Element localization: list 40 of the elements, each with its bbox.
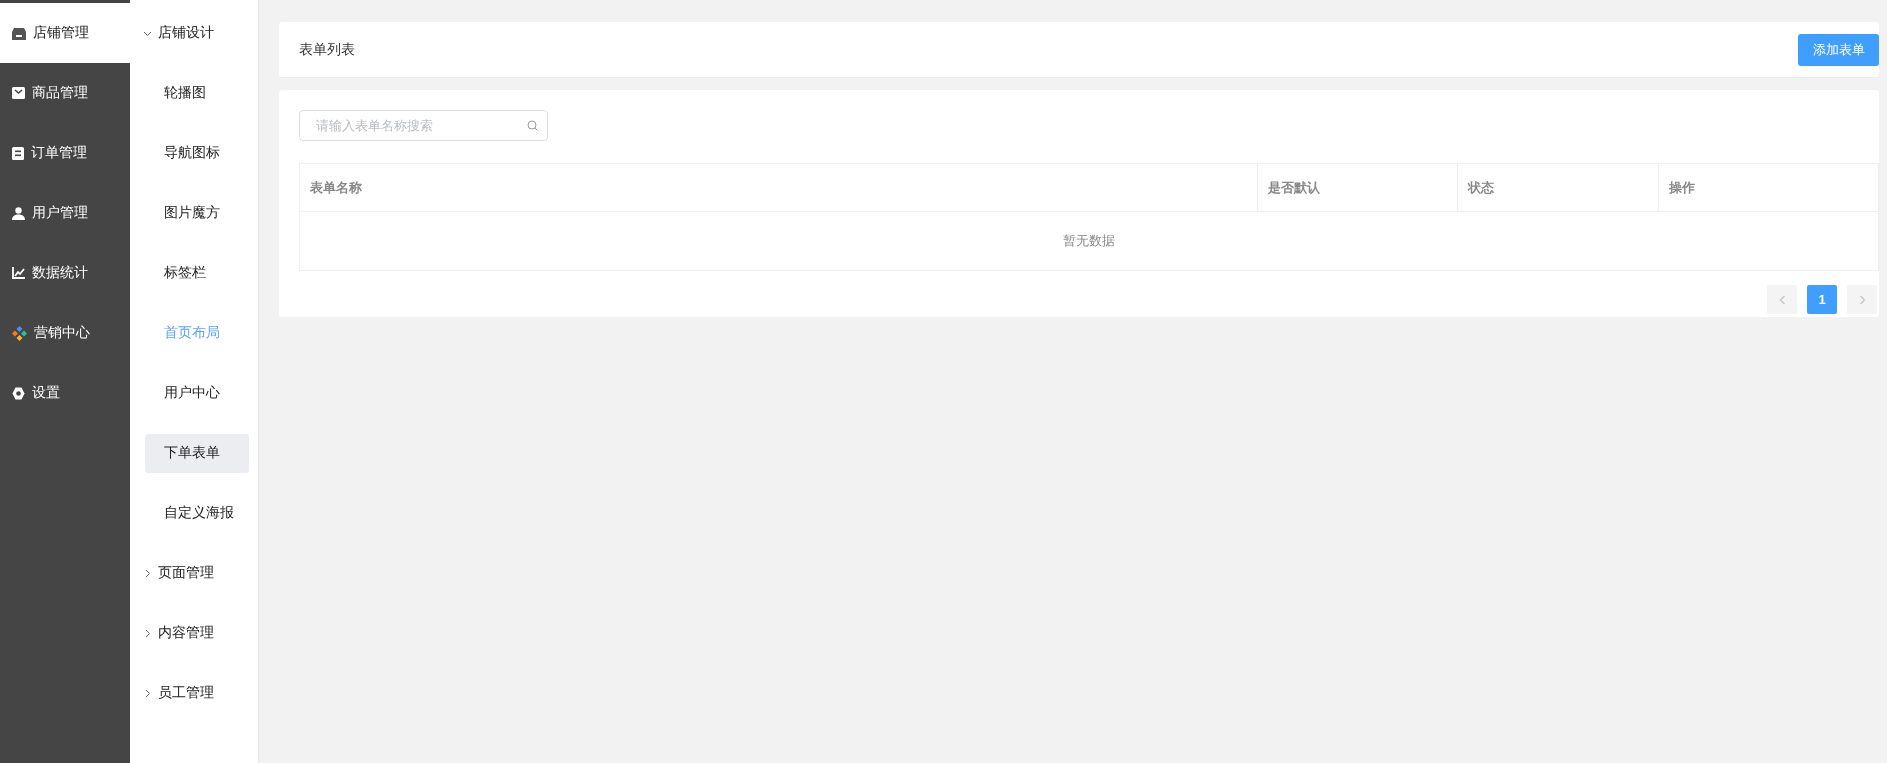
- submenu-item[interactable]: 图片魔方: [145, 193, 249, 233]
- clipboard-icon: [12, 146, 24, 160]
- chevron-right-icon: [143, 568, 152, 578]
- submenu-item[interactable]: 用户中心: [145, 373, 249, 413]
- search-field[interactable]: 请输入表单名称搜索: [299, 110, 548, 141]
- sidebar-item[interactable]: 商品管理: [0, 63, 130, 123]
- page-title: 表单列表: [299, 40, 355, 59]
- next-page-button[interactable]: [1847, 285, 1877, 314]
- sidebar-item[interactable]: 营销中心: [0, 303, 130, 363]
- chevron-right-icon: [1858, 294, 1866, 305]
- chevron-left-icon: [1778, 294, 1786, 305]
- table-header-cell: 是否默认: [1258, 164, 1458, 211]
- chevron-right-icon: [143, 628, 152, 638]
- marketing-icon: [12, 325, 27, 341]
- sidebar-item[interactable]: 用户管理: [0, 183, 130, 243]
- sidebar-item[interactable]: 订单管理: [0, 123, 130, 183]
- submenu-group[interactable]: 店铺设计: [130, 3, 258, 63]
- chart-icon: [12, 267, 25, 279]
- table-header-cell: 状态: [1458, 164, 1659, 211]
- store-icon: [12, 26, 26, 40]
- submenu-group[interactable]: 员工管理: [130, 663, 258, 723]
- sidebar-item[interactable]: 店铺管理: [0, 3, 130, 63]
- table-header-cell: 表单名称: [300, 164, 1258, 211]
- sidebar-item[interactable]: 数据统计: [0, 243, 130, 303]
- empty-message: 暂无数据: [1062, 232, 1116, 250]
- submenu-item[interactable]: 下单表单: [145, 433, 249, 473]
- submenu-item[interactable]: 标签栏: [145, 253, 249, 293]
- envelope-icon: [12, 87, 25, 99]
- user-icon: [12, 206, 25, 220]
- chevron-right-icon: [143, 688, 152, 698]
- submenu-group[interactable]: 内容管理: [130, 603, 258, 663]
- table-header-cell-text: 操作: [1668, 178, 1696, 197]
- submenu-group[interactable]: 页面管理: [130, 543, 258, 603]
- submenu-item[interactable]: 轮播图: [145, 73, 249, 113]
- submenu-item[interactable]: 导航图标: [145, 133, 249, 173]
- sidebar-item[interactable]: 设置: [0, 363, 130, 423]
- search-icon: [527, 120, 538, 131]
- submenu-item[interactable]: 自定义海报: [145, 493, 249, 533]
- settings-icon: [12, 386, 25, 400]
- previous-page-button[interactable]: [1767, 285, 1797, 314]
